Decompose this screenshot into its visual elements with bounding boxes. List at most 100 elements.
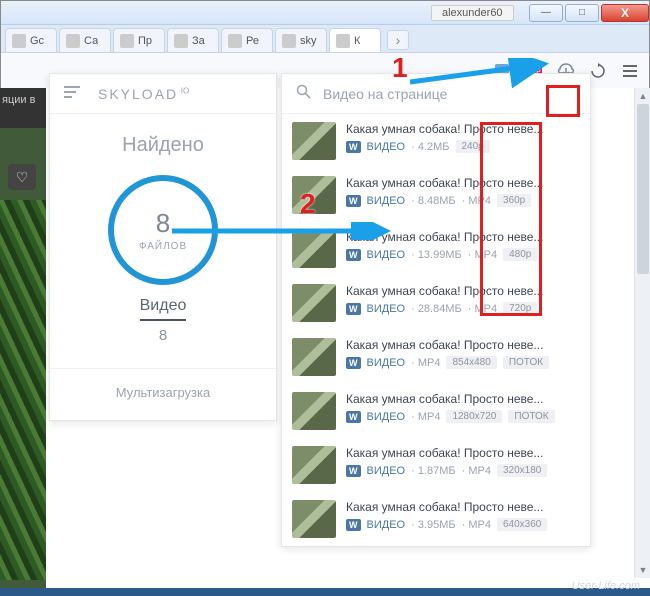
scroll-up-icon[interactable]: ▲: [635, 88, 650, 104]
video-title: Какая умная собака! Просто неве...: [346, 230, 580, 244]
video-subline: WВИДЕО· 13.99МБ· MP4480p: [346, 248, 580, 261]
video-meta: Какая умная собака! Просто неве... W ВИДЕО…: [346, 500, 580, 538]
video-subline: WВИДЕО· 4.2МБ240p: [346, 140, 580, 153]
tab-label: За: [192, 35, 205, 47]
video-quality-chip[interactable]: ПОТОК: [503, 356, 549, 369]
vk-icon: W: [346, 195, 361, 207]
video-meta: Какая умная собака! Просто неве...WВИДЕО…: [346, 230, 580, 268]
video-quality-chip[interactable]: 854x480: [446, 356, 496, 369]
tab-label: sky: [300, 35, 317, 47]
browser-tab[interactable]: Gc: [5, 28, 57, 52]
window-close-button[interactable]: X: [601, 4, 649, 22]
video-title: Какая умная собака! Просто неве...: [346, 122, 580, 136]
video-size: · 28.84МБ: [411, 303, 462, 315]
video-thumbnail: [292, 446, 336, 484]
video-size: · 4.2МБ: [411, 141, 449, 153]
tab-favicon: [336, 34, 350, 48]
video-meta: Какая умная собака! Просто неве...WВИДЕО…: [346, 122, 580, 160]
found-count-label: ФАЙЛОВ: [139, 241, 187, 252]
multi-download-button[interactable]: Мультизагрузка: [50, 368, 276, 416]
video-quality-chip[interactable]: 360p: [497, 194, 531, 207]
video-size: · 13.99МБ: [411, 249, 462, 261]
video-quality-chip[interactable]: 320x180: [497, 464, 547, 477]
new-tab-button[interactable]: ›: [387, 30, 409, 50]
video-list-item[interactable]: Какая умная собака! Просто неве... W ВИДЕО…: [282, 168, 590, 222]
video-thumbnail: [292, 338, 336, 376]
window-maximize-button[interactable]: □: [565, 4, 599, 22]
video-source-link[interactable]: ВИДЕО: [367, 303, 406, 315]
video-title: Какая умная собака! Просто неве...: [346, 284, 580, 298]
menu-icon[interactable]: [617, 58, 643, 84]
browser-tab[interactable]: За: [167, 28, 219, 52]
video-title: Какая умная собака! Просто неве...: [346, 176, 580, 190]
video-subline: WВИДЕО· MP4854x480ПОТОК: [346, 356, 580, 369]
video-summary-label: Видео: [140, 297, 187, 321]
video-format: · MP4: [462, 195, 491, 207]
video-quality-chip[interactable]: ПОТОК: [508, 410, 554, 423]
video-thumbnail: [292, 122, 336, 160]
video-format: · MP4: [411, 411, 440, 423]
video-list-item[interactable]: Какая умная собака! Просто неве...WВИДЕО…: [282, 114, 590, 168]
video-source-link[interactable]: ВИДЕО: [367, 357, 406, 369]
vk-icon: W: [346, 519, 361, 531]
video-format: · MP4: [411, 357, 440, 369]
video-list-title: Видео на странице: [323, 86, 447, 102]
video-quality-chip[interactable]: 480p: [503, 248, 537, 261]
window-minimize-button[interactable]: —: [529, 4, 563, 22]
scroll-thumb[interactable]: [637, 104, 649, 274]
video-source-link[interactable]: ВИДЕО: [367, 465, 406, 477]
tab-label: Ре: [246, 35, 259, 47]
browser-tab[interactable]: Пр: [113, 28, 165, 52]
vk-icon: W: [346, 411, 361, 423]
user-badge[interactable]: alexunder60: [431, 5, 514, 21]
video-source-link[interactable]: ВИДЕО: [367, 411, 406, 423]
video-format: · MP4: [462, 519, 491, 531]
video-list-header: Видео на странице: [282, 74, 590, 114]
video-title: Какая умная собака! Просто неве...: [346, 392, 580, 406]
video-foliage-art: [0, 200, 46, 580]
video-list-item[interactable]: Какая умная собака! Просто неве... W ВИДЕО…: [282, 492, 590, 546]
tab-label: Пр: [138, 35, 152, 47]
video-summary[interactable]: Видео 8: [50, 297, 276, 344]
video-list-item[interactable]: Какая умная собака! Просто неве... W ВИДЕО…: [282, 384, 590, 438]
video-size: · 3.95МБ: [411, 519, 456, 531]
video-list-item[interactable]: Какая умная собака! Просто неве...WВИДЕО…: [282, 330, 590, 384]
menu-icon[interactable]: [64, 85, 80, 103]
video-quality-chip[interactable]: 640x360: [497, 518, 547, 531]
tab-favicon: [282, 34, 296, 48]
video-meta: Какая умная собака! Просто неве...WВИДЕО…: [346, 446, 580, 484]
video-list-item[interactable]: Какая умная собака! Просто неве...WВИДЕО…: [282, 276, 590, 330]
scroll-down-icon[interactable]: ▼: [635, 562, 650, 578]
tab-favicon: [228, 34, 242, 48]
video-summary-count: 8: [50, 327, 276, 344]
video-source-link[interactable]: ВИДЕО: [367, 519, 406, 531]
video-thumbnail: [292, 392, 336, 430]
page-scrollbar[interactable]: ▲ ▼: [634, 88, 650, 578]
video-format: · MP4: [462, 465, 491, 477]
video-list-body: Какая умная собака! Просто неве... W ВИДЕО…: [282, 114, 590, 546]
search-icon[interactable]: [296, 84, 311, 103]
browser-tab[interactable]: К: [329, 28, 381, 52]
found-count-ring: 8 ФАЙЛОВ: [108, 175, 218, 285]
video-format: · MP4: [468, 249, 497, 261]
video-subline: WВИДЕО· 28.84МБ· MP4720p: [346, 302, 580, 315]
video-title: Какая умная собака! Просто неве...: [346, 500, 580, 514]
video-quality-chip[interactable]: 720p: [503, 302, 537, 315]
tab-strip: GcСа Пр За Ре sky К ›: [1, 25, 649, 53]
video-size: · 8.48МБ: [411, 195, 456, 207]
browser-tab[interactable]: sky: [275, 28, 327, 52]
video-source-link[interactable]: ВИДЕО: [367, 195, 406, 207]
video-list-item[interactable]: Какая умная собака! Просто неве...WВИДЕО…: [282, 438, 590, 492]
browser-tab[interactable]: Са: [59, 28, 111, 52]
video-source-link[interactable]: ВИДЕО: [367, 141, 406, 153]
tab-favicon: [174, 34, 188, 48]
video-quality-chip[interactable]: 1280x720: [446, 410, 502, 423]
video-list-item[interactable]: Какая умная собака! Просто неве...WВИДЕО…: [282, 222, 590, 276]
found-count: 8: [156, 208, 170, 239]
video-quality-chip[interactable]: 240p: [456, 140, 490, 153]
skyload-brand: SKYLOAD·IO: [98, 86, 189, 102]
browser-tab[interactable]: Ре: [221, 28, 273, 52]
video-thumbnail: [292, 284, 336, 322]
page-left-caption: яции в: [0, 90, 46, 110]
video-source-link[interactable]: ВИДЕО: [367, 249, 406, 261]
